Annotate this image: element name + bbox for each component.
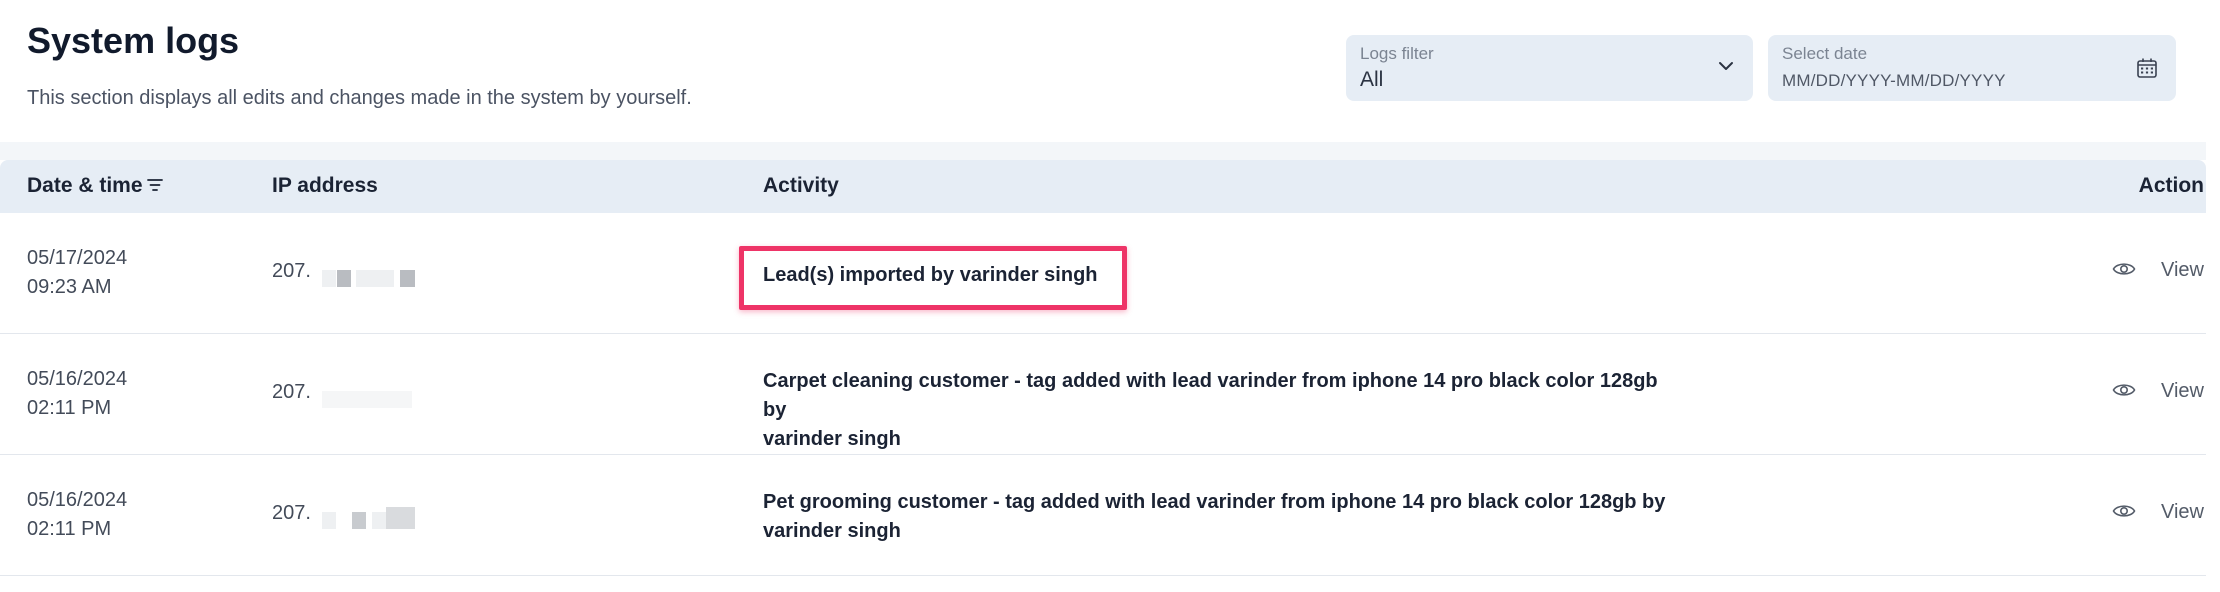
row-activity: Pet grooming customer - tag added with l… (763, 488, 1683, 546)
row-time: 02:11 PM (27, 397, 112, 419)
column-activity: Activity (763, 174, 839, 197)
logs-filter-select[interactable]: Logs filter All (1346, 35, 1753, 101)
row-ip: 207. (272, 381, 311, 404)
column-action: Action (2138, 174, 2204, 197)
ip-prefix: 207. (272, 381, 311, 403)
page-title: System logs (27, 20, 240, 61)
redacted-ip-block (322, 391, 412, 408)
column-ip-address: IP address (272, 174, 378, 197)
table-header: Date & time IP address Activity Action (0, 160, 2206, 213)
ip-prefix: 207. (272, 502, 311, 524)
header-divider (0, 142, 2206, 160)
view-button[interactable]: View (2161, 380, 2204, 403)
date-range-placeholder: MM/DD/YYYY-MM/DD/YYYY (1782, 71, 2006, 90)
page-header: System logs This section displays all ed… (0, 0, 2206, 142)
logs-filter-label: Logs filter (1360, 44, 1434, 63)
redacted-ip-block (372, 512, 386, 529)
date-range-label: Select date (1782, 44, 1868, 63)
row-datetime: 05/16/2024 02:11 PM (27, 486, 127, 544)
row-date: 05/17/2024 (27, 247, 128, 269)
logs-filter-value: All (1360, 68, 1384, 91)
row-date: 05/16/2024 (27, 489, 128, 511)
redacted-ip-block (400, 270, 415, 287)
row-ip: 207. (272, 260, 311, 283)
row-date: 05/16/2024 (27, 368, 128, 390)
redacted-ip-block (386, 507, 415, 529)
activity-line: varinder singh (763, 428, 901, 450)
redacted-ip-block (352, 512, 366, 529)
table-row: 05/16/2024 02:11 PM 207. Pet grooming cu… (0, 455, 2206, 576)
redacted-ip-block (356, 270, 394, 287)
eye-icon[interactable] (2112, 502, 2136, 525)
activity-line: Pet grooming customer - tag added with l… (763, 491, 1666, 513)
redacted-ip-block (337, 270, 351, 287)
eye-icon[interactable] (2112, 260, 2136, 283)
calendar-icon[interactable] (2136, 57, 2158, 84)
row-activity: Carpet cleaning customer - tag added wit… (763, 367, 1683, 454)
highlight-annotation (739, 246, 1127, 310)
ip-prefix: 207. (272, 260, 311, 282)
row-datetime: 05/16/2024 02:11 PM (27, 365, 127, 423)
redacted-ip-block (322, 270, 336, 287)
page-subtitle: This section displays all edits and chan… (27, 87, 692, 109)
table-row: 05/16/2024 02:11 PM 207. Carpet cleaning… (0, 334, 2206, 455)
activity-line: Carpet cleaning customer - tag added wit… (763, 370, 1658, 421)
view-button[interactable]: View (2161, 501, 2204, 524)
column-date-time[interactable]: Date & time (27, 174, 143, 198)
date-range-field[interactable]: Select date MM/DD/YYYY-MM/DD/YYYY (1768, 35, 2176, 101)
row-time: 09:23 AM (27, 276, 112, 298)
sort-icon[interactable] (147, 178, 163, 197)
row-time: 02:11 PM (27, 518, 112, 540)
eye-icon[interactable] (2112, 381, 2136, 404)
activity-line: varinder singh (763, 520, 901, 542)
redacted-ip-block (322, 512, 336, 529)
row-ip: 207. (272, 502, 311, 525)
view-button[interactable]: View (2161, 259, 2204, 282)
row-datetime: 05/17/2024 09:23 AM (27, 244, 127, 302)
chevron-down-icon[interactable] (1717, 57, 1735, 80)
